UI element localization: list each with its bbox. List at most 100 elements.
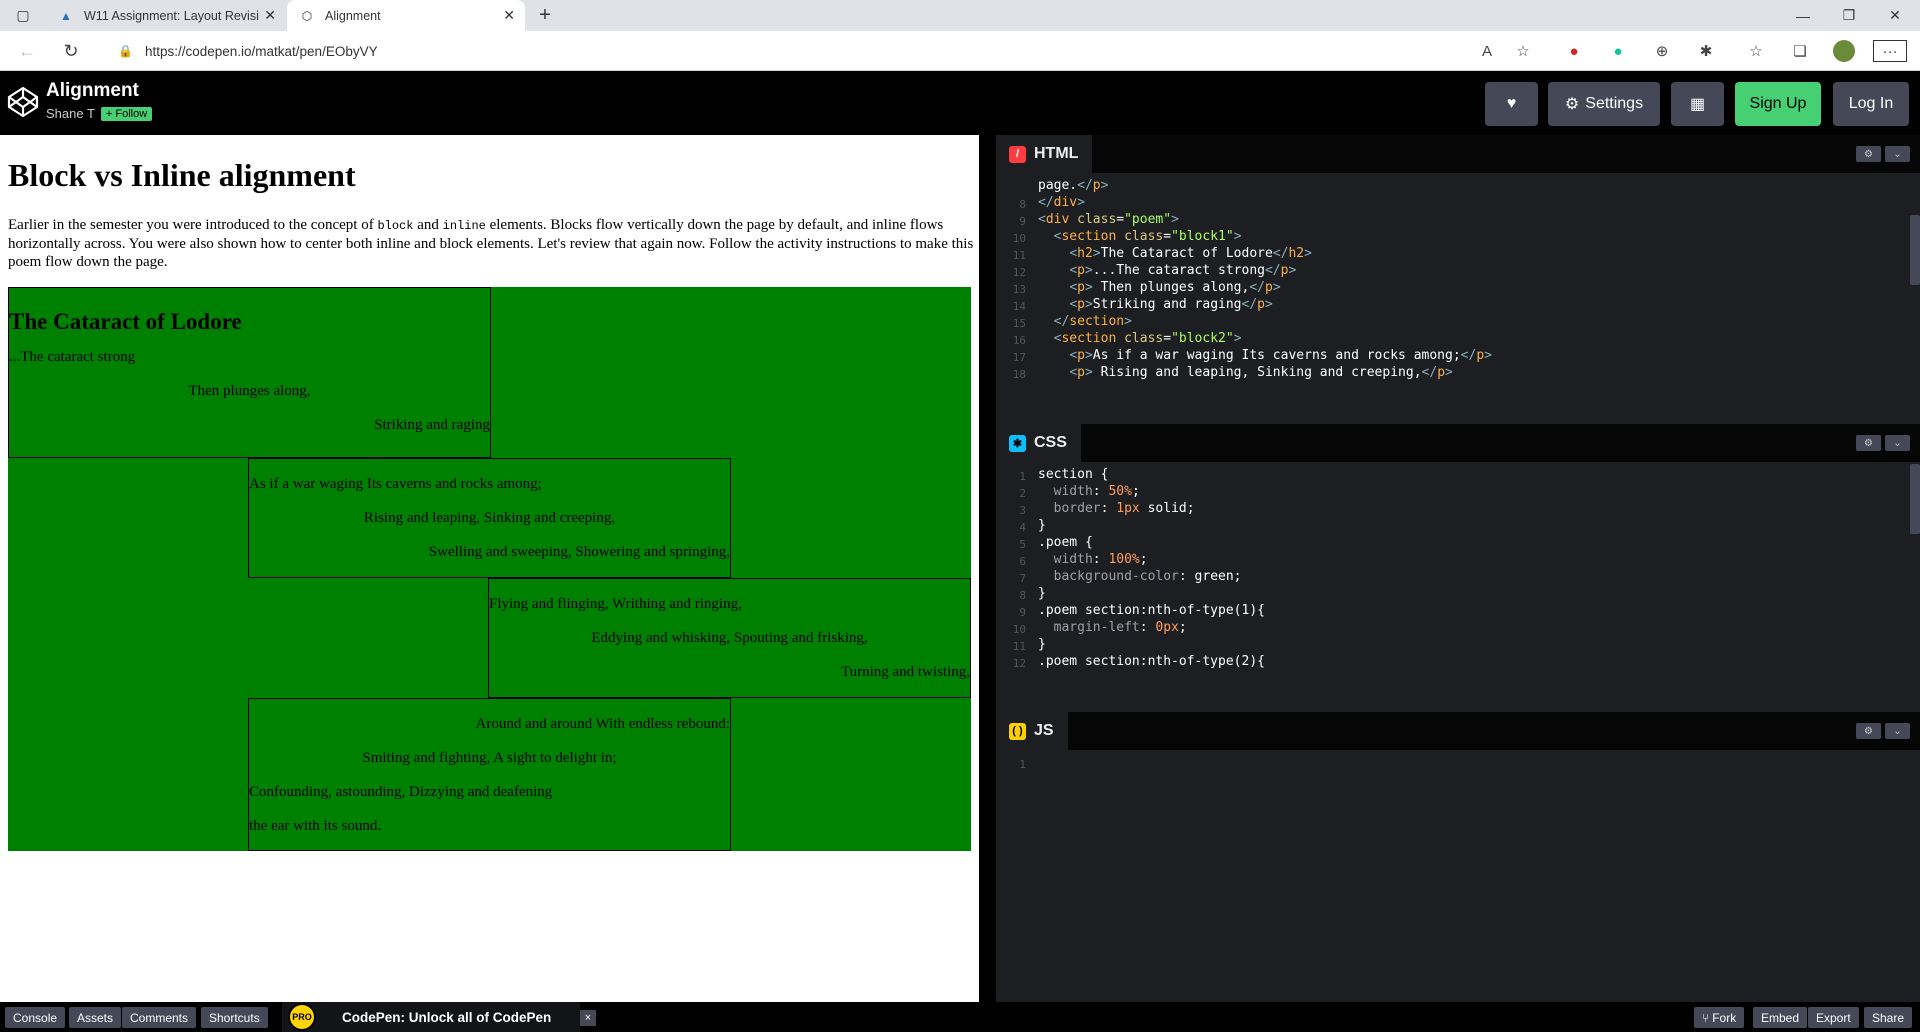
html-settings-icon[interactable]: ⚙ — [1856, 146, 1881, 162]
extensions-icon[interactable]: ✱ — [1695, 40, 1717, 62]
login-button[interactable]: Log In — [1833, 82, 1909, 126]
assets-button[interactable]: Assets — [69, 1007, 122, 1028]
css-collapse-icon[interactable]: ⌄ — [1885, 435, 1910, 451]
poem-line: Flying and flinging, Writhing and ringin… — [489, 596, 742, 612]
pro-badge-icon: PRO — [288, 1003, 316, 1031]
code-line: margin-left: 0px; — [1053, 620, 1187, 635]
opera-extension-icon[interactable]: ● — [1563, 40, 1585, 62]
code-line: .poem section:nth-of-type(2){ — [1038, 654, 1265, 669]
css-scrollbar[interactable] — [1910, 464, 1920, 534]
url-text: https://codepen.io/matkat/pen/EObyVY — [144, 43, 378, 59]
html-collapse-icon[interactable]: ⌄ — [1885, 146, 1910, 162]
browser-tab-alignment[interactable]: ⬡ Alignment ✕ — [287, 0, 525, 31]
poem-line: As if a war waging Its caverns and rocks… — [249, 476, 542, 492]
html-scrollbar[interactable] — [1910, 215, 1920, 285]
settings-button[interactable]: ⚙ Settings — [1548, 82, 1660, 126]
follow-button[interactable]: + Follow — [100, 106, 153, 121]
intro-text-1: Earlier in the semester you were introdu… — [8, 217, 378, 233]
more-menu-icon[interactable]: ··· — [1873, 40, 1907, 62]
embed-button[interactable]: Embed — [1753, 1007, 1808, 1028]
favorites-icon[interactable]: ☆ — [1745, 40, 1767, 62]
poem-line: ...The cataract strong — [9, 349, 136, 365]
css-badge-icon: ✱ — [1009, 434, 1026, 452]
css-label: CSS — [1034, 434, 1067, 451]
author-name[interactable]: Shane T — [46, 106, 95, 121]
read-aloud-icon[interactable]: A — [1476, 40, 1498, 62]
poem-line: the ear with its sound. — [249, 818, 382, 834]
code-line: <p> Rising and leaping, Sinking and cree… — [1069, 365, 1453, 380]
tab-js[interactable]: ( ) JS — [996, 712, 1068, 750]
tab-title: W11 Assignment: Layout Revisite — [84, 8, 259, 23]
close-window-icon[interactable]: ✕ — [1872, 0, 1918, 31]
tab-actions-icon[interactable]: ▢ — [0, 0, 46, 31]
code-line: border: 1px solid; — [1053, 501, 1195, 516]
address-bar: ← ↻ 🔒 https://codepen.io/matkat/pen/EOby… — [0, 31, 1920, 71]
css-settings-icon[interactable]: ⚙ — [1856, 435, 1881, 451]
js-collapse-icon[interactable]: ⌄ — [1885, 723, 1910, 739]
layout-button[interactable]: ▦ — [1671, 82, 1724, 126]
promo-close-button[interactable]: × — [580, 1010, 596, 1026]
poem-line: Swelling and sweeping, Showering and spr… — [428, 544, 730, 560]
js-badge-icon: ( ) — [1009, 722, 1026, 740]
lock-icon: 🔒 — [118, 44, 133, 58]
restore-icon[interactable]: ❐ — [1826, 0, 1872, 31]
signup-button[interactable]: Sign Up — [1735, 82, 1821, 126]
close-tab-icon[interactable]: ✕ — [503, 7, 515, 24]
browser-tab-assignment[interactable]: ▲ W11 Assignment: Layout Revisite ✕ — [46, 0, 286, 31]
poem-line: Eddying and whisking, Spouting and frisk… — [591, 630, 868, 646]
html-badge-icon: / — [1009, 145, 1026, 163]
shortcuts-button[interactable]: Shortcuts — [201, 1007, 268, 1028]
promo-text: CodePen: Unlock all of CodePen — [342, 1009, 552, 1025]
poem-line: Smiting and fighting, A sight to delight… — [362, 750, 617, 766]
export-button[interactable]: Export — [1808, 1007, 1859, 1028]
minimize-icon[interactable]: — — [1780, 0, 1826, 31]
line-number: 12 — [1012, 657, 1026, 670]
refresh-icon[interactable]: ↻ — [58, 39, 84, 63]
codepen-footer: Console Assets Comments Shortcuts PRO Co… — [0, 1002, 1920, 1032]
fork-label: Fork — [1712, 1010, 1737, 1025]
new-tab-button[interactable]: + — [530, 0, 560, 31]
tab-html[interactable]: / HTML — [996, 135, 1093, 173]
html-editor-header: / HTML ⚙ ⌄ — [996, 135, 1920, 173]
like-button[interactable]: ♥ — [1485, 82, 1538, 126]
poem-block1: The Cataract of Lodore ...The cataract s… — [8, 287, 491, 458]
url-field[interactable]: 🔒 https://codepen.io/matkat/pen/EObyVY — [110, 36, 1550, 66]
js-label: JS — [1034, 722, 1054, 739]
intro-code-inline: inline — [442, 219, 486, 233]
poem-line: Then plunges along, — [188, 383, 311, 399]
js-settings-icon[interactable]: ⚙ — [1856, 723, 1881, 739]
pro-promo-banner[interactable]: PRO CodePen: Unlock all of CodePen — [282, 1002, 580, 1032]
gear-icon: ⚙ — [1564, 96, 1580, 113]
resize-divider[interactable] — [979, 135, 996, 1002]
js-code-area[interactable]: 1 — [996, 752, 1920, 1002]
css-editor-header: ✱ CSS ⚙ ⌄ — [996, 424, 1920, 462]
console-button[interactable]: Console — [5, 1007, 66, 1028]
close-tab-icon[interactable]: ✕ — [264, 7, 276, 24]
tab-css[interactable]: ✱ CSS — [996, 424, 1081, 462]
comments-button[interactable]: Comments — [122, 1007, 197, 1028]
js-editor-header: ( ) JS ⚙ ⌄ — [996, 712, 1920, 750]
layout-icon: ▦ — [1689, 96, 1706, 113]
code-line: background-color: green; — [1053, 569, 1242, 584]
grammarly-extension-icon[interactable]: ● — [1607, 40, 1629, 62]
html-label: HTML — [1034, 145, 1079, 162]
intro-paragraph: Earlier in the semester you were introdu… — [8, 216, 974, 271]
back-icon[interactable]: ← — [14, 39, 40, 63]
css-code-area[interactable]: 1 section {2 width: 50%; 3 border: 1px sol… — [996, 464, 1920, 711]
settings-label: Settings — [1585, 95, 1644, 112]
page-title: Block vs Inline alignment — [8, 157, 356, 193]
heart-icon: ♥ — [1506, 95, 1517, 112]
html-code-area[interactable]: page.</p> 8 </div> 9 <div class="poem"> 10 <s… — [996, 175, 1920, 423]
share-button[interactable]: Share — [1864, 1007, 1913, 1028]
collections-icon[interactable]: ❏ — [1789, 40, 1811, 62]
poem-line: Turning and twisting, — [840, 664, 970, 680]
codepen-logo-icon[interactable] — [6, 85, 40, 119]
profile-avatar[interactable] — [1833, 40, 1855, 62]
poem-block3: Flying and flinging, Writhing and ringin… — [488, 578, 971, 698]
download-extension-icon[interactable]: ⊕ — [1651, 40, 1673, 62]
line-number: 18 — [1012, 368, 1026, 381]
intro-text-2: and — [413, 217, 443, 233]
fork-button[interactable]: ⑂ Fork — [1694, 1007, 1745, 1028]
favorite-add-icon[interactable]: ☆ — [1512, 40, 1534, 62]
intro-code-block: block — [377, 219, 414, 233]
